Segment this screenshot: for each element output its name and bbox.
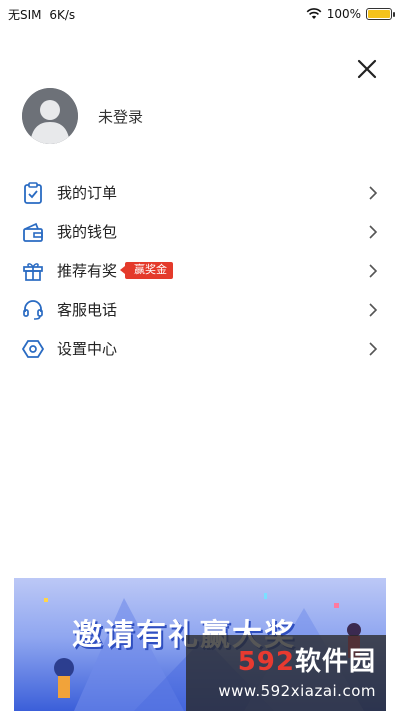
status-bar: 无SIM 6K/s 100% <box>0 0 400 28</box>
status-left: 无SIM 6K/s <box>8 6 79 23</box>
menu-item-orders[interactable]: 我的订单 <box>0 173 400 212</box>
menu-item-label: 我的订单 <box>57 184 118 202</box>
watermark-brand-number: 592 <box>237 647 295 677</box>
watermark-brand-text: 软件园 <box>294 647 376 677</box>
menu-item-referral[interactable]: 推荐有奖 赢奖金 <box>0 251 400 290</box>
reward-badge: 赢奖金 <box>120 262 174 279</box>
avatar[interactable] <box>22 88 78 144</box>
chevron-right-icon <box>369 341 378 356</box>
battery-fill <box>368 10 390 18</box>
watermark-url: www.592xiazai.com <box>218 682 376 700</box>
menu-item-settings[interactable]: 设置中心 <box>0 329 400 368</box>
battery-icon <box>366 8 395 20</box>
menu-item-label: 推荐有奖 <box>57 262 118 280</box>
wallet-icon <box>22 221 44 243</box>
menu-item-label: 客服电话 <box>57 301 118 319</box>
menu-item-label: 我的钱包 <box>57 223 118 241</box>
chevron-right-icon <box>369 302 378 317</box>
menu-list: 我的订单 我的钱包 推荐有奖 赢奖金 客服电话 设置中心 <box>0 173 400 368</box>
default-user-avatar-icon <box>22 88 78 144</box>
status-right: 100% <box>306 7 395 21</box>
gift-icon <box>22 260 44 282</box>
menu-item-wallet[interactable]: 我的钱包 <box>0 212 400 251</box>
close-icon[interactable] <box>354 56 380 82</box>
network-speed: 6K/s <box>49 7 76 22</box>
login-status-text[interactable]: 未登录 <box>98 106 143 127</box>
invite-promo-banner[interactable]: 邀请有礼赢大奖 592软件园 www.592xiazai.com <box>14 578 386 711</box>
headset-icon <box>22 299 44 321</box>
site-watermark: 592软件园 www.592xiazai.com <box>186 635 386 711</box>
profile-header[interactable]: 未登录 <box>22 88 143 144</box>
settings-hexagon-icon <box>22 338 44 360</box>
menu-item-customer-service[interactable]: 客服电话 <box>0 290 400 329</box>
chevron-right-icon <box>369 224 378 239</box>
wifi-icon <box>306 8 322 19</box>
side-menu-page: 无SIM 6K/s 100% 未登录 我的订单 我的钱包 推荐有奖 赢奖金 客服… <box>0 0 400 711</box>
battery-percent: 100% <box>326 7 361 21</box>
watermark-brand: 592软件园 <box>196 641 376 678</box>
chevron-right-icon <box>369 185 378 200</box>
menu-item-label: 设置中心 <box>57 340 118 358</box>
chevron-right-icon <box>369 263 378 278</box>
carrier-label: 无SIM <box>8 7 42 22</box>
order-clipboard-icon <box>22 181 44 204</box>
